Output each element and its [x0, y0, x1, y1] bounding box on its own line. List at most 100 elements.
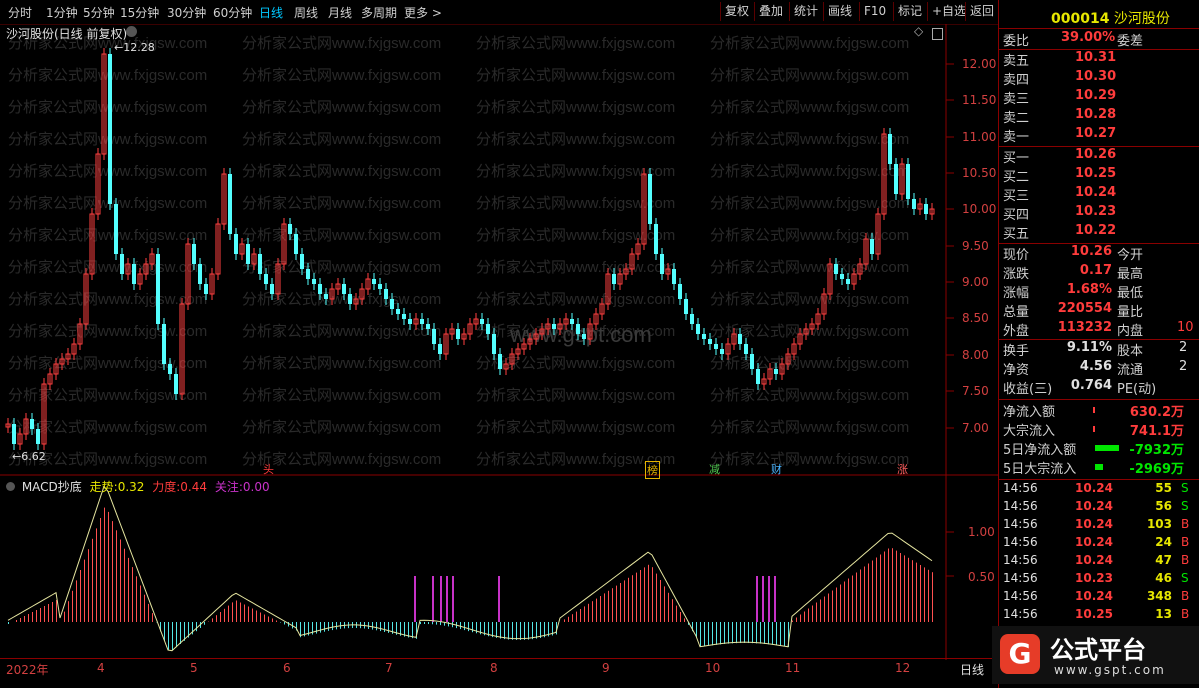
macd-bar [676, 605, 677, 622]
macd-bar [472, 622, 473, 633]
attention-bar [498, 576, 500, 622]
candle-body [288, 224, 292, 234]
macd-bar [16, 620, 17, 622]
diamond-icon[interactable]: ◇ [914, 24, 923, 38]
macd-bar [380, 622, 381, 632]
macd-bar [612, 588, 613, 622]
macd-bar [708, 622, 709, 646]
bid-row[interactable]: 买五 10.22 [999, 223, 1199, 242]
candle-body [294, 234, 298, 254]
bid-price: 10.24 [1075, 185, 1117, 200]
macd-bar [168, 622, 169, 650]
chart-settings-icon[interactable] [126, 26, 137, 37]
candle-body [744, 344, 748, 354]
candle-body [648, 174, 652, 224]
candle-body [582, 334, 586, 339]
back-button[interactable]: 返回 [965, 2, 998, 21]
candle-body [714, 344, 718, 349]
ask-row[interactable]: 卖二 10.28 [999, 107, 1199, 126]
candlestick-chart[interactable]: 分析家公式网www.fxjgsw.com 分析家公式网www.fxjgsw.com… [0, 24, 998, 476]
period-tab[interactable]: 多周期 [361, 4, 397, 21]
price-axis-label: 8.50 [962, 311, 989, 325]
macd-bar [568, 616, 569, 622]
draw-button[interactable]: 画线 [823, 2, 856, 21]
watermark-text: 分析家公式网www.fxjgsw.com [8, 163, 207, 180]
candle-body [834, 264, 838, 274]
period-indicator: 日线 [960, 663, 985, 677]
candle-body [690, 314, 694, 324]
candle-body [192, 244, 196, 264]
mark-button[interactable]: 标记 [893, 2, 926, 21]
macd-bar [576, 611, 577, 622]
stats-button[interactable]: 统计 [789, 2, 822, 21]
macd-bar [28, 614, 29, 622]
watermark-text: 分析家公式网www.fxjgsw.com [710, 291, 909, 308]
event-annotation[interactable]: 头 [262, 461, 275, 477]
macd-bar [896, 550, 897, 622]
ask-row[interactable]: 卖五 10.31 [999, 50, 1199, 69]
quote-row: 总量 220554 量比 [1003, 301, 1144, 320]
price-axis-label: 10.50 [962, 166, 997, 180]
macd-bar [652, 567, 653, 622]
bid-row[interactable]: 买三 10.24 [999, 185, 1199, 204]
macd-bar [704, 622, 705, 647]
macd-bar [796, 617, 797, 622]
event-annotation[interactable]: 涨 [896, 461, 909, 477]
macd-bar [80, 570, 81, 622]
ask-row[interactable]: 卖三 10.29 [999, 88, 1199, 107]
watermark-text: 分析家公式网www.fxjgsw.com [710, 387, 909, 404]
macd-bar [108, 511, 109, 622]
macd-settings-icon[interactable] [6, 482, 15, 491]
ask-label: 卖四 [1003, 73, 1030, 88]
add-watchlist-button[interactable]: +自选 [927, 2, 970, 21]
macd-bar [252, 608, 253, 622]
ask-label: 卖一 [1003, 130, 1030, 145]
macd-bar [240, 602, 241, 622]
candle-body [174, 374, 178, 394]
bid-row[interactable]: 买一 10.26 [999, 147, 1199, 166]
event-annotation[interactable]: 财 [770, 461, 783, 477]
overlay-button[interactable]: 叠加 [754, 2, 787, 21]
macd-bar [72, 590, 73, 622]
window-icon[interactable] [932, 28, 943, 40]
candle-body [576, 324, 580, 334]
candle-body [612, 274, 616, 284]
macd-chart[interactable] [0, 476, 998, 660]
period-tab[interactable]: 5分钟 [83, 4, 115, 21]
watermark-text: 分析家公式网www.fxjgsw.com [242, 195, 441, 212]
ask-row[interactable]: 卖四 10.30 [999, 69, 1199, 88]
period-tab[interactable]: 1分钟 [46, 4, 78, 21]
bid-row[interactable]: 买二 10.25 [999, 166, 1199, 185]
f10-button[interactable]: F10 [859, 2, 890, 21]
macd-bar [872, 560, 873, 622]
attention-bar [440, 576, 442, 622]
event-annotation[interactable]: 减 [708, 461, 721, 477]
period-tab[interactable]: 30分钟 [167, 4, 206, 21]
macd-bar [792, 620, 793, 622]
macd-bar [224, 608, 225, 622]
macd-bar [56, 600, 57, 622]
bid-label: 买五 [1003, 227, 1030, 242]
period-tab[interactable]: 60分钟 [213, 4, 252, 21]
bid-label: 买三 [1003, 189, 1030, 204]
period-tab[interactable]: 月线 [328, 4, 352, 21]
period-tab[interactable]: 15分钟 [120, 4, 159, 21]
fuquan-button[interactable]: 复权 [720, 2, 753, 21]
macd-bar [768, 622, 769, 645]
macd-bar [332, 622, 333, 631]
period-tab[interactable]: 周线 [294, 4, 318, 21]
candle-body [342, 284, 346, 294]
macd-bar [40, 608, 41, 622]
macd-bar [660, 580, 661, 622]
bid-row[interactable]: 买四 10.23 [999, 204, 1199, 223]
period-tab[interactable]: 分时 [8, 4, 32, 21]
period-tab-active[interactable]: 日线 [259, 4, 283, 21]
macd-bar [884, 551, 885, 622]
candle-body [246, 244, 250, 264]
watermark-text: 分析家公式网www.fxjgsw.com [8, 195, 207, 212]
more-periods-button[interactable]: 更多 > [404, 4, 442, 21]
candle-body [12, 424, 16, 444]
macd-bar [228, 605, 229, 622]
ask-row[interactable]: 卖一 10.27 [999, 126, 1199, 145]
candle-body [456, 329, 460, 339]
